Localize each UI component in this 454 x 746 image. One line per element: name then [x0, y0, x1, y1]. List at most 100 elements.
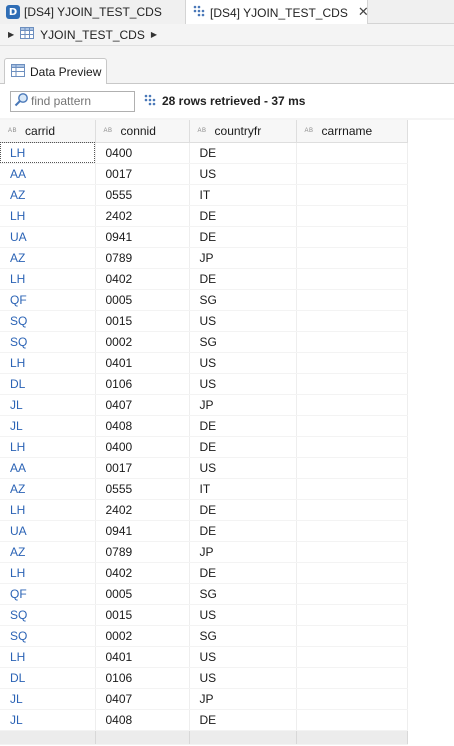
table-cell-connid[interactable]: 0005 [95, 583, 190, 605]
table-cell-connid[interactable]: 0401 [95, 646, 190, 668]
table-cell-connid[interactable]: 0015 [95, 310, 190, 332]
table-cell-carrname[interactable] [296, 352, 408, 374]
table-cell-countryfr[interactable]: DE [189, 520, 297, 542]
table-cell-carrid[interactable]: JL [0, 688, 96, 710]
table-cell-carrid[interactable]: LH [0, 205, 96, 227]
table-cell-countryfr[interactable]: DE [189, 415, 297, 437]
column-header-carrid[interactable]: AB carrid [0, 120, 96, 143]
table-row[interactable]: SQ 0002 SG [0, 625, 408, 647]
table-cell-carrname[interactable] [296, 310, 408, 332]
table-cell-connid[interactable]: 0005 [95, 289, 190, 311]
table-row[interactable]: LH 0402 DE [0, 268, 408, 290]
table-cell-connid[interactable]: 0407 [95, 688, 190, 710]
table-row[interactable]: LH 0400 DE [0, 436, 408, 458]
table-cell-carrid[interactable]: AZ [0, 541, 96, 563]
table-cell-carrname[interactable] [296, 289, 408, 311]
table-cell-carrid[interactable]: JL [0, 394, 96, 416]
table-cell-connid[interactable]: 0017 [95, 457, 190, 479]
table-cell-carrid[interactable]: DL [0, 667, 96, 689]
table-row[interactable]: QF 0005 SG [0, 289, 408, 311]
table-cell-carrid[interactable]: DL [0, 373, 96, 395]
table-cell-carrname[interactable] [296, 184, 408, 206]
breadcrumb-item[interactable]: YJOIN_TEST_CDS [40, 28, 145, 42]
editor-tab-ds4-active[interactable]: [DS4] YJOIN_TEST_CDS ✕ [185, 0, 369, 25]
table-cell-connid[interactable]: 0106 [95, 373, 190, 395]
table-row[interactable]: LH 0401 US [0, 352, 408, 374]
table-cell-countryfr[interactable]: DE [189, 436, 297, 458]
table-cell-carrname[interactable] [296, 331, 408, 353]
table-cell-connid[interactable]: 0408 [95, 415, 190, 437]
table-cell-connid[interactable]: 0555 [95, 478, 190, 500]
column-header-countryfr[interactable]: AB countryfr [189, 120, 297, 143]
table-row[interactable]: AA 0017 US [0, 457, 408, 479]
table-cell-countryfr[interactable]: US [189, 604, 297, 626]
table-cell-carrid[interactable]: LH [0, 562, 96, 584]
table-cell-countryfr[interactable]: US [189, 352, 297, 374]
table-cell-carrid[interactable]: AZ [0, 247, 96, 269]
table-row[interactable]: UA 0941 DE [0, 520, 408, 542]
table-cell-connid[interactable]: 0002 [95, 331, 190, 353]
table-row[interactable]: LH 2402 DE [0, 205, 408, 227]
table-cell-countryfr[interactable]: DE [189, 205, 297, 227]
table-row[interactable]: SQ 0002 SG [0, 331, 408, 353]
table-cell-countryfr[interactable]: SG [189, 289, 297, 311]
table-row[interactable]: DL 0106 US [0, 373, 408, 395]
table-cell-carrid[interactable]: SQ [0, 331, 96, 353]
table-cell-carrname[interactable] [296, 625, 408, 647]
table-cell-carrname[interactable] [296, 142, 408, 164]
table-cell-countryfr[interactable]: SG [189, 625, 297, 647]
editor-tab-ds4-inactive[interactable]: D [DS4] YJOIN_TEST_CDS [0, 0, 185, 24]
table-cell-carrname[interactable] [296, 688, 408, 710]
table-cell-countryfr[interactable]: JP [189, 247, 297, 269]
table-cell-countryfr[interactable]: DE [189, 562, 297, 584]
table-row[interactable]: SQ 0015 US [0, 604, 408, 626]
column-header-connid[interactable]: AB connid [95, 120, 190, 143]
table-cell-carrid[interactable]: SQ [0, 604, 96, 626]
table-row[interactable]: JL 0407 JP [0, 688, 408, 710]
table-row[interactable]: LH 0401 US [0, 646, 408, 668]
table-row[interactable]: LH 0400 DE [0, 142, 408, 164]
table-cell-carrname[interactable] [296, 436, 408, 458]
table-cell-carrname[interactable] [296, 373, 408, 395]
table-cell-connid[interactable]: 0400 [95, 142, 190, 164]
table-cell-carrname[interactable] [296, 394, 408, 416]
table-cell-carrname[interactable] [296, 520, 408, 542]
table-cell-countryfr[interactable]: DE [189, 142, 297, 164]
table-row[interactable]: JL 0408 DE [0, 709, 408, 731]
table-cell-countryfr[interactable]: DE [189, 709, 297, 731]
table-cell-countryfr[interactable]: SG [189, 583, 297, 605]
table-cell-carrname[interactable] [296, 604, 408, 626]
table-cell-carrid[interactable]: QF [0, 289, 96, 311]
table-cell-connid[interactable]: 2402 [95, 499, 190, 521]
table-cell-carrname[interactable] [296, 478, 408, 500]
table-cell-carrid[interactable]: AA [0, 163, 96, 185]
table-cell-connid[interactable]: 0789 [95, 541, 190, 563]
table-cell-carrname[interactable] [296, 499, 408, 521]
table-cell-connid[interactable]: 0941 [95, 520, 190, 542]
table-cell-connid[interactable]: 0407 [95, 394, 190, 416]
table-cell-carrid[interactable]: AA [0, 457, 96, 479]
table-cell-countryfr[interactable]: JP [189, 688, 297, 710]
table-cell-connid[interactable]: 2402 [95, 205, 190, 227]
table-cell-countryfr[interactable]: US [189, 310, 297, 332]
table-cell-carrname[interactable] [296, 415, 408, 437]
column-header-carrname[interactable]: AB carrname [296, 120, 408, 143]
table-cell-carrid[interactable]: JL [0, 709, 96, 731]
table-row[interactable]: JL 0407 JP [0, 394, 408, 416]
table-cell-countryfr[interactable]: US [189, 457, 297, 479]
find-pattern-field[interactable] [10, 90, 135, 112]
table-cell-carrid[interactable]: LH [0, 646, 96, 668]
table-cell-countryfr[interactable]: US [189, 163, 297, 185]
table-cell-carrid[interactable]: AZ [0, 478, 96, 500]
table-cell-countryfr[interactable]: US [189, 373, 297, 395]
table-cell-carrname[interactable] [296, 583, 408, 605]
table-row[interactable]: SQ 0015 US [0, 310, 408, 332]
table-cell-carrid[interactable]: LH [0, 436, 96, 458]
table-cell-countryfr[interactable]: IT [189, 184, 297, 206]
table-cell-carrname[interactable] [296, 163, 408, 185]
table-cell-carrid[interactable]: QF [0, 583, 96, 605]
table-row[interactable]: DL 0106 US [0, 667, 408, 689]
table-cell-carrname[interactable] [296, 646, 408, 668]
table-cell-carrid[interactable]: JL [0, 415, 96, 437]
table-cell-carrid[interactable]: LH [0, 499, 96, 521]
